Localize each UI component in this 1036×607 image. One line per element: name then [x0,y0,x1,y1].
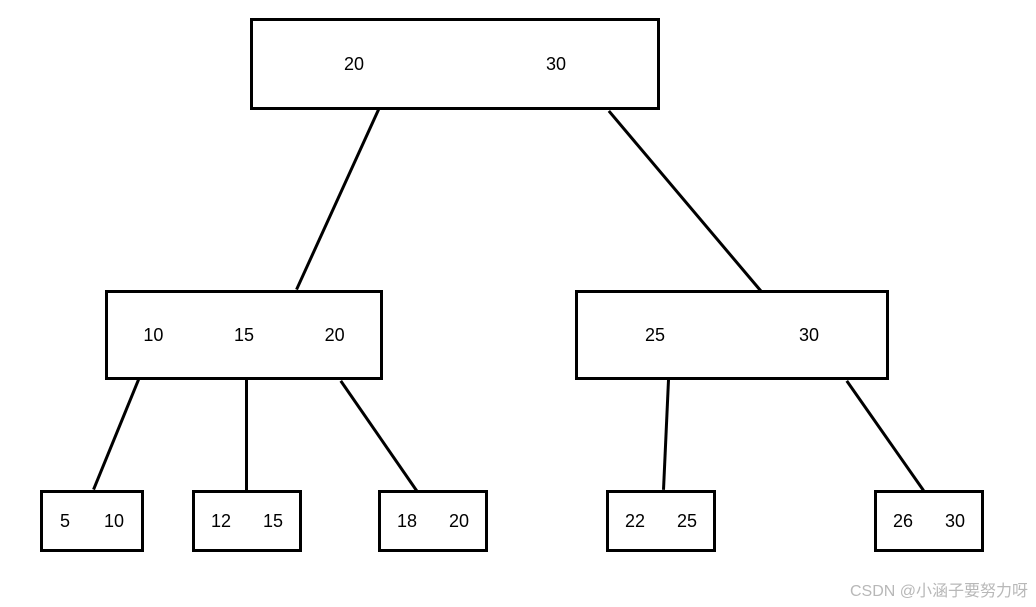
tree-edge [92,379,140,490]
tree-edge [340,380,418,492]
tree-leaf-node: 18 20 [378,490,488,552]
tree-leaf-node: 22 25 [606,490,716,552]
tree-edge [608,110,762,292]
node-key: 25 [645,325,665,346]
tree-leaf-node: 5 10 [40,490,144,552]
tree-internal-node: 25 30 [575,290,889,380]
tree-edge [245,380,248,490]
node-key: 20 [344,54,364,75]
node-key: 10 [143,325,163,346]
tree-leaf-node: 12 15 [192,490,302,552]
node-key: 12 [211,511,231,532]
node-key: 15 [234,325,254,346]
tree-leaf-node: 26 30 [874,490,984,552]
node-key: 30 [945,511,965,532]
node-key: 20 [325,325,345,346]
node-key: 30 [546,54,566,75]
node-key: 30 [799,325,819,346]
node-key: 22 [625,511,645,532]
tree-edge [295,109,380,290]
node-key: 5 [60,511,70,532]
node-key: 18 [397,511,417,532]
watermark-text: CSDN @小涵子要努力呀 [850,577,1028,601]
tree-internal-node: 10 15 20 [105,290,383,380]
node-key: 26 [893,511,913,532]
node-key: 25 [677,511,697,532]
node-key: 15 [263,511,283,532]
tree-root-node: 20 30 [250,18,660,110]
tree-edge [662,380,670,490]
node-key: 10 [104,511,124,532]
tree-edge [846,380,925,492]
node-key: 20 [449,511,469,532]
